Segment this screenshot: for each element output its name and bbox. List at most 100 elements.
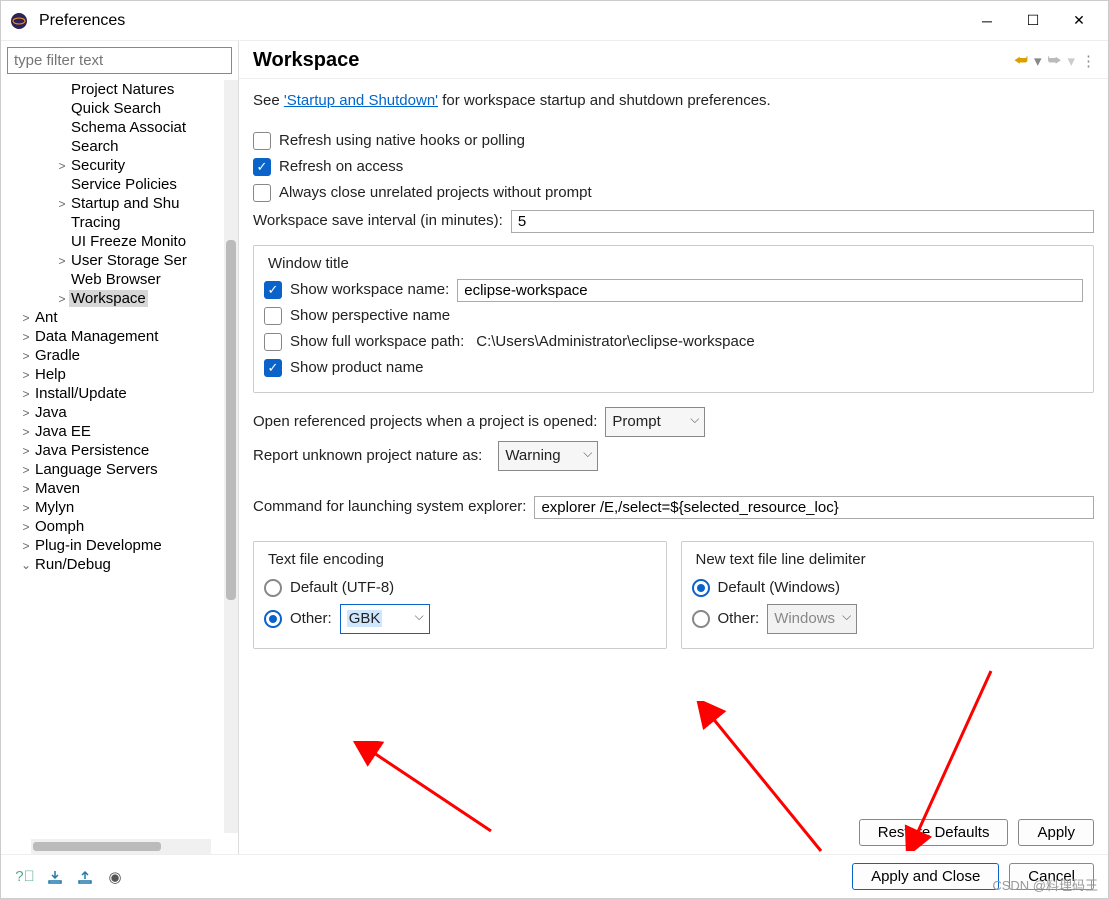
maximize-button[interactable]: ☐ [1010, 5, 1056, 37]
show-perspective-label: Show perspective name [290, 304, 450, 328]
window-title: Preferences [39, 12, 964, 30]
tree-item-label: Language Servers [33, 461, 160, 478]
tree-item[interactable]: >Mylyn [1, 498, 238, 517]
tree-item-label: Mylyn [33, 499, 76, 516]
apply-and-close-button[interactable]: Apply and Close [852, 863, 999, 890]
expand-icon[interactable]: > [19, 311, 33, 325]
show-product-checkbox[interactable]: ✓ [264, 359, 282, 377]
refresh-access-checkbox[interactable]: ✓ [253, 158, 271, 176]
tree-item[interactable]: >Workspace [1, 289, 238, 308]
show-full-path-checkbox[interactable] [264, 333, 282, 351]
tree-item[interactable]: >Ant [1, 308, 238, 327]
expand-icon[interactable]: > [19, 520, 33, 534]
save-interval-label: Workspace save interval (in minutes): [253, 209, 503, 233]
minimize-button[interactable]: ─ [964, 5, 1010, 37]
tree-item-label: Gradle [33, 347, 82, 364]
expand-icon[interactable]: > [19, 368, 33, 382]
tree-scrollbar[interactable] [224, 80, 238, 833]
tree-item[interactable]: >Startup and Shu [1, 194, 238, 213]
explorer-cmd-label: Command for launching system explorer: [253, 495, 526, 519]
tree-item-label: Ant [33, 309, 60, 326]
help-icon[interactable]: ?⃝ [15, 867, 35, 887]
export-icon[interactable] [75, 867, 95, 887]
filter-input[interactable] [7, 47, 232, 74]
expand-icon[interactable]: > [55, 292, 69, 306]
tree-item-label: Install/Update [33, 385, 129, 402]
tree-item[interactable]: Tracing [1, 213, 238, 232]
expand-icon[interactable]: > [19, 387, 33, 401]
close-unrelated-checkbox[interactable] [253, 184, 271, 202]
explorer-cmd-input[interactable] [534, 496, 1094, 519]
tree-item[interactable]: ⌄Run/Debug [1, 555, 238, 574]
apply-button[interactable]: Apply [1018, 819, 1094, 846]
cancel-button[interactable]: Cancel [1009, 863, 1094, 890]
expand-icon[interactable]: > [19, 501, 33, 515]
back-icon[interactable]: ⮨ [1014, 52, 1028, 69]
expand-icon[interactable]: > [19, 539, 33, 553]
ws-name-input[interactable] [457, 279, 1083, 302]
tree-item[interactable]: >Data Management [1, 327, 238, 346]
show-full-path-value: C:\Users\Administrator\eclipse-workspace [476, 330, 754, 354]
tree-item[interactable]: Service Policies [1, 175, 238, 194]
tree-item[interactable]: >Java Persistence [1, 441, 238, 460]
tree-item[interactable]: Schema Associat [1, 118, 238, 137]
expand-icon[interactable]: ⌄ [19, 558, 33, 572]
expand-icon[interactable]: > [55, 159, 69, 173]
tree-item[interactable]: >Oomph [1, 517, 238, 536]
tree-item[interactable]: >Gradle [1, 346, 238, 365]
expand-icon[interactable]: > [19, 425, 33, 439]
delimiter-default-radio[interactable] [692, 579, 710, 597]
back-menu-icon[interactable]: ▾ [1034, 52, 1042, 70]
expand-icon[interactable]: > [19, 406, 33, 420]
tree-item[interactable]: >Language Servers [1, 460, 238, 479]
tree-item[interactable]: >Install/Update [1, 384, 238, 403]
encoding-default-radio[interactable] [264, 579, 282, 597]
startup-shutdown-link[interactable]: 'Startup and Shutdown' [284, 92, 438, 109]
delimiter-other-radio[interactable] [692, 610, 710, 628]
show-perspective-checkbox[interactable] [264, 307, 282, 325]
tree-item[interactable]: >Java [1, 403, 238, 422]
save-interval-input[interactable] [511, 210, 1094, 233]
expand-icon[interactable]: > [19, 444, 33, 458]
tree-item[interactable]: >Java EE [1, 422, 238, 441]
refresh-native-checkbox[interactable] [253, 132, 271, 150]
show-ws-name-checkbox[interactable]: ✓ [264, 281, 282, 299]
open-ref-combo[interactable]: Prompt [605, 407, 705, 437]
encoding-other-radio[interactable] [264, 610, 282, 628]
expand-icon[interactable]: > [55, 254, 69, 268]
delimiter-default-label: Default (Windows) [718, 576, 841, 600]
tree-item[interactable]: >Security [1, 156, 238, 175]
tree-item[interactable]: >Help [1, 365, 238, 384]
tree-item-label: Project Natures [69, 81, 176, 98]
tree-item[interactable]: >User Storage Ser [1, 251, 238, 270]
expand-icon[interactable]: > [19, 330, 33, 344]
report-nature-combo[interactable]: Warning [498, 441, 598, 471]
tree-item-label: Oomph [33, 518, 86, 535]
forward-menu-icon[interactable]: ▾ [1067, 52, 1075, 70]
delimiter-other-combo: Windows [767, 604, 857, 634]
close-button[interactable]: ✕ [1056, 5, 1102, 37]
tree-item[interactable]: Web Browser [1, 270, 238, 289]
preferences-tree[interactable]: Project Natures Quick SearchSchema Associ… [1, 80, 238, 833]
delimiter-group: New text file line delimiter Default (Wi… [681, 541, 1095, 649]
tree-item-label: Quick Search [69, 100, 163, 117]
import-icon[interactable] [45, 867, 65, 887]
tree-item[interactable]: Search [1, 137, 238, 156]
tree-item[interactable]: >Plug-in Developme [1, 536, 238, 555]
record-icon[interactable]: ◉ [105, 867, 125, 887]
expand-icon[interactable]: > [19, 349, 33, 363]
forward-icon[interactable]: ⮩ [1048, 52, 1062, 69]
expand-icon[interactable]: > [19, 463, 33, 477]
tree-item[interactable]: Project Natures [1, 80, 238, 99]
tree-hscroll[interactable] [31, 839, 211, 854]
restore-defaults-button[interactable]: Restore Defaults [859, 819, 1009, 846]
expand-icon[interactable]: > [19, 482, 33, 496]
tree-item[interactable]: Quick Search [1, 99, 238, 118]
encoding-other-combo[interactable]: GBK [340, 604, 430, 634]
tree-item-label: Data Management [33, 328, 160, 345]
tree-item[interactable]: UI Freeze Monito [1, 232, 238, 251]
encoding-other-label: Other: [290, 607, 332, 631]
tree-item[interactable]: >Maven [1, 479, 238, 498]
menu-icon[interactable]: ⋮ [1081, 52, 1094, 70]
expand-icon[interactable]: > [55, 197, 69, 211]
